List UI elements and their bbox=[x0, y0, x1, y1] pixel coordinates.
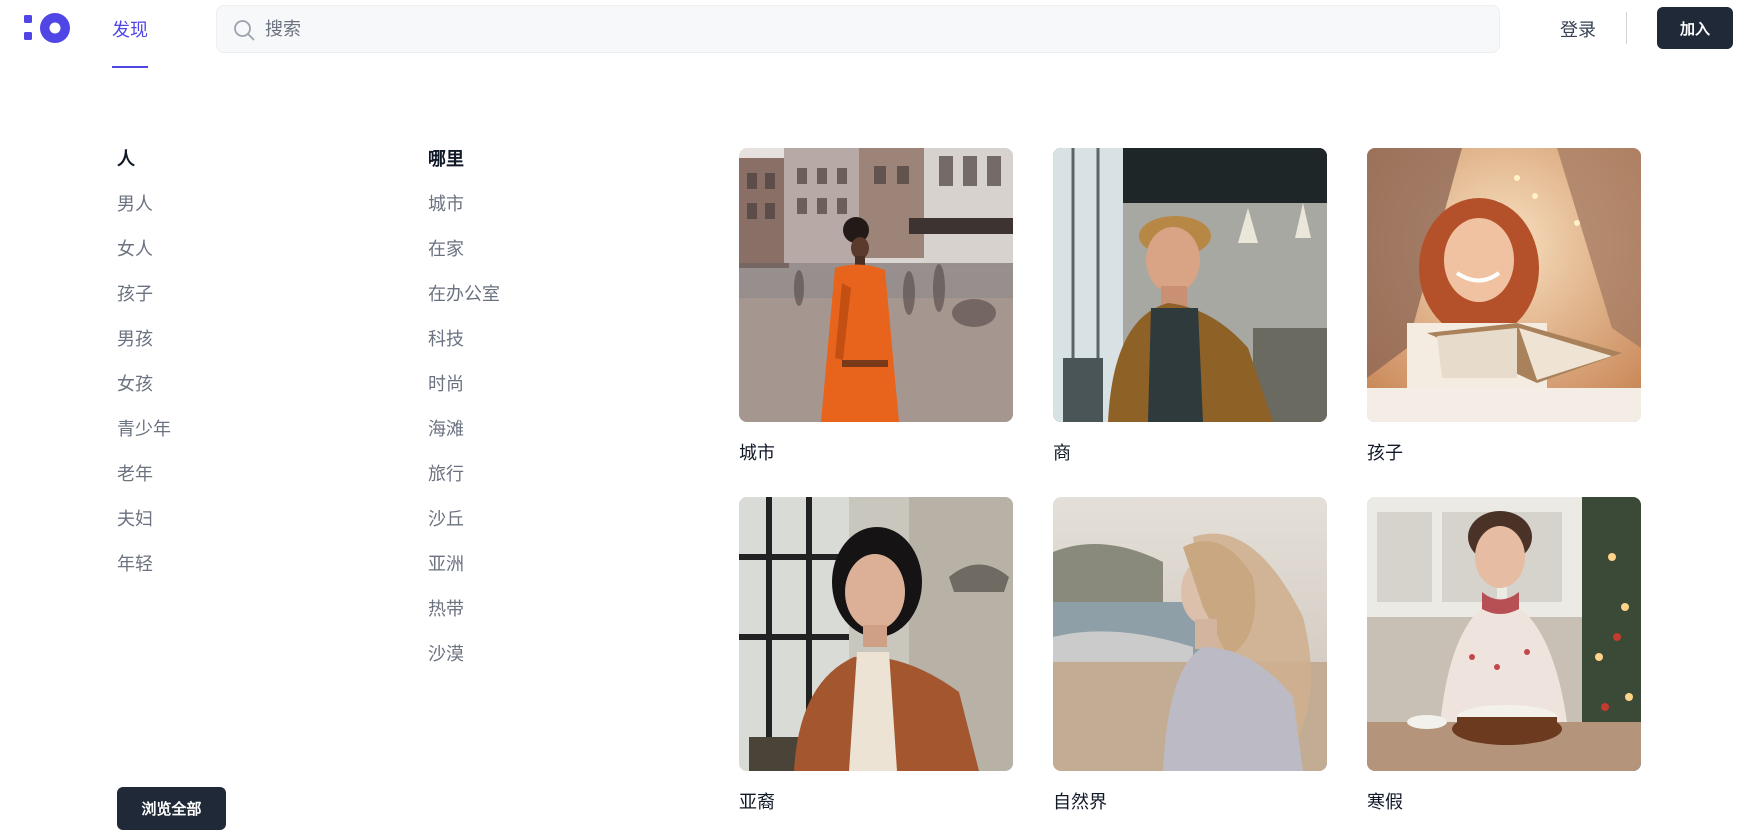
category-item-men[interactable]: 男人 bbox=[117, 193, 171, 217]
login-link[interactable]: 登录 bbox=[1560, 16, 1596, 42]
browse-all-button[interactable]: 浏览全部 bbox=[117, 787, 226, 830]
category-item-in-office[interactable]: 在办公室 bbox=[428, 283, 500, 307]
category-item-elderly[interactable]: 老年 bbox=[117, 463, 171, 487]
category-item-tropical[interactable]: 热带 bbox=[428, 598, 500, 622]
join-button[interactable]: 加入 bbox=[1657, 7, 1733, 49]
top-navigation-bar: 发现 登录 加入 bbox=[0, 0, 1748, 70]
category-item-travel[interactable]: 旅行 bbox=[428, 463, 500, 487]
category-item-beach[interactable]: 海滩 bbox=[428, 418, 500, 442]
woman-orange-coat-city-photo bbox=[739, 148, 1013, 422]
category-item-desert[interactable]: 沙漠 bbox=[428, 643, 500, 667]
collection-card-city[interactable]: 城市 bbox=[739, 148, 1013, 466]
card-label: 城市 bbox=[739, 443, 775, 464]
card-label: 孩子 bbox=[1367, 443, 1403, 464]
card-label: 自然界 bbox=[1053, 792, 1107, 813]
category-item-girls[interactable]: 女孩 bbox=[117, 373, 171, 397]
category-item-asia[interactable]: 亚洲 bbox=[428, 553, 500, 577]
category-column-where: 哪里 城市 在家 在办公室 科技 时尚 海滩 旅行 沙丘 亚洲 热带 沙漠 bbox=[428, 148, 500, 667]
man-business-office-photo bbox=[1053, 148, 1327, 422]
search-bar[interactable] bbox=[216, 5, 1500, 53]
category-item-boys[interactable]: 男孩 bbox=[117, 328, 171, 352]
category-item-city[interactable]: 城市 bbox=[428, 193, 500, 217]
collection-card-asian[interactable]: 亚裔 bbox=[739, 497, 1013, 815]
collection-card-winter-holiday[interactable]: 寒假 bbox=[1367, 497, 1641, 815]
header-divider bbox=[1626, 12, 1627, 44]
category-item-teens[interactable]: 青少年 bbox=[117, 418, 171, 442]
category-item-young[interactable]: 年轻 bbox=[117, 553, 171, 577]
girl-reading-book-photo bbox=[1367, 148, 1641, 422]
asian-woman-portrait-photo bbox=[739, 497, 1013, 771]
card-label: 商 bbox=[1053, 443, 1071, 464]
category-item-women[interactable]: 女人 bbox=[117, 238, 171, 262]
category-item-children[interactable]: 孩子 bbox=[117, 283, 171, 307]
woman-baking-holiday-photo bbox=[1367, 497, 1641, 771]
category-item-fashion[interactable]: 时尚 bbox=[428, 373, 500, 397]
collection-card-nature[interactable]: 自然界 bbox=[1053, 497, 1327, 815]
category-title-where: 哪里 bbox=[428, 149, 464, 170]
card-label: 亚裔 bbox=[739, 792, 775, 813]
category-item-at-home[interactable]: 在家 bbox=[428, 238, 500, 262]
category-item-dunes[interactable]: 沙丘 bbox=[428, 508, 500, 532]
woman-beach-nature-photo bbox=[1053, 497, 1327, 771]
brand-logo-icon[interactable] bbox=[24, 13, 72, 43]
card-label: 寒假 bbox=[1367, 792, 1403, 813]
search-input[interactable] bbox=[265, 6, 1485, 52]
nav-discover-tab[interactable]: 发现 bbox=[112, 16, 148, 42]
category-column-people: 人 男人 女人 孩子 男孩 女孩 青少年 老年 夫妇 年轻 bbox=[117, 148, 171, 577]
search-icon bbox=[234, 20, 255, 41]
active-tab-indicator bbox=[112, 66, 148, 68]
category-item-couples[interactable]: 夫妇 bbox=[117, 508, 171, 532]
category-item-technology[interactable]: 科技 bbox=[428, 328, 500, 352]
category-title-people: 人 bbox=[117, 149, 135, 170]
collection-card-kids[interactable]: 孩子 bbox=[1367, 148, 1641, 466]
collection-card-business[interactable]: 商 bbox=[1053, 148, 1327, 466]
